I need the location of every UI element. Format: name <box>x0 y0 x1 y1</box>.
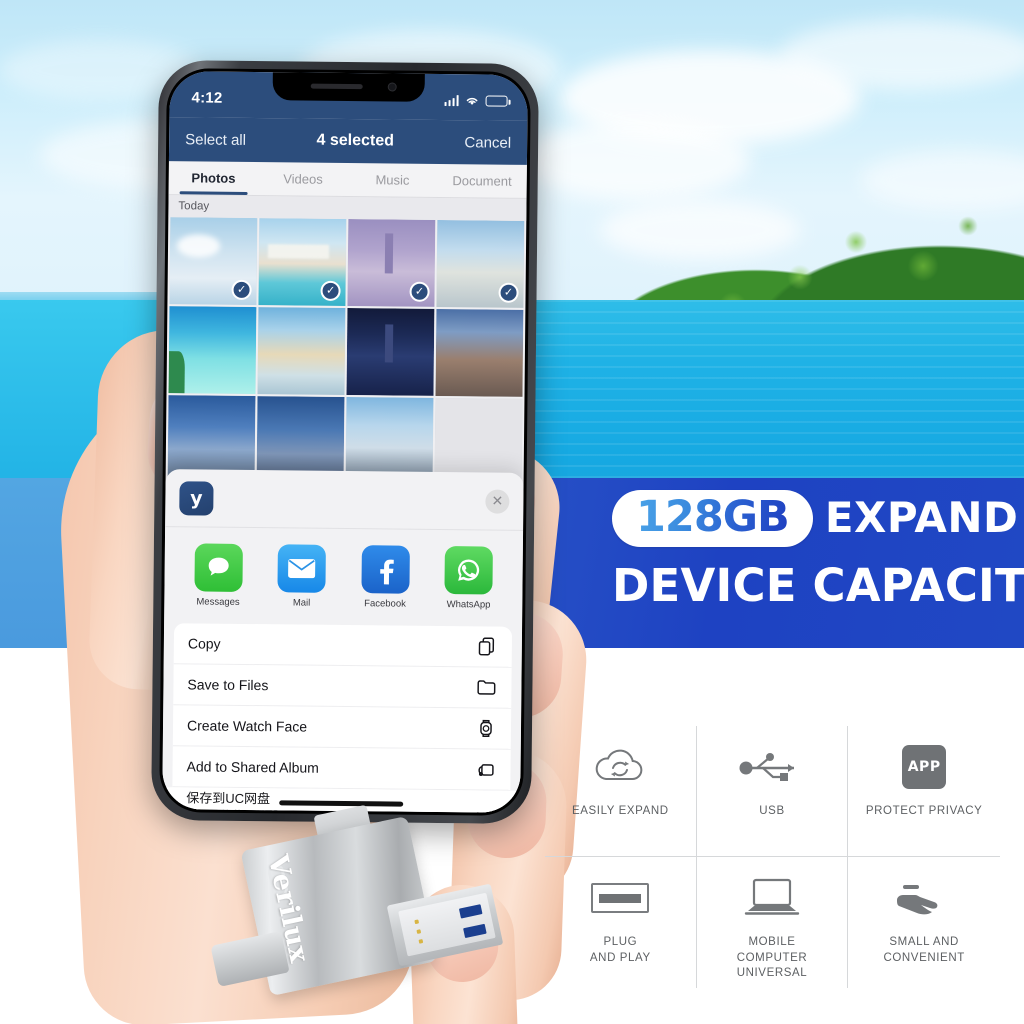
watch-icon <box>480 719 492 738</box>
usb-contact <box>463 923 487 939</box>
photo-thumbnail[interactable]: ✓ <box>436 219 525 308</box>
action-label: Add to Shared Album <box>186 758 319 776</box>
cloud <box>780 20 1024 90</box>
folder-icon <box>477 680 496 695</box>
share-app-label: Mail <box>292 597 311 609</box>
action-label: Save to Files <box>187 676 269 694</box>
action-label: Copy <box>187 635 221 652</box>
status-time: 4:12 <box>191 88 223 107</box>
phone-screen: 4:12 Select all 4 selected Cancel Photos… <box>162 71 528 813</box>
capacity-badge-label: 128GB <box>636 491 790 542</box>
share-app-facebook[interactable]: Facebook <box>354 545 417 610</box>
feature-protect-privacy: APP PROTECT PRIVACY <box>848 726 1000 857</box>
photo-thumbnail[interactable] <box>435 308 524 397</box>
photo-thumbnail[interactable] <box>257 307 346 395</box>
feature-label: USB <box>759 805 785 817</box>
selection-nav-bar: Select all 4 selected Cancel <box>168 117 528 165</box>
hand-holding-icon <box>891 867 957 929</box>
selected-checkmark-icon[interactable]: ✓ <box>498 282 519 303</box>
photo-image <box>168 306 257 395</box>
cancel-button[interactable]: Cancel <box>464 134 511 151</box>
select-all-button[interactable]: Select all <box>185 131 246 149</box>
source-app-icon: y <box>179 480 214 516</box>
close-icon[interactable]: ✕ <box>485 488 510 514</box>
smartphone: 4:12 Select all 4 selected Cancel Photos… <box>151 60 539 824</box>
feature-label: PROTECT PRIVACY <box>865 805 983 817</box>
share-app-whatsapp[interactable]: WhatsApp <box>437 546 500 611</box>
feature-plug-and-play: PLUG AND PLAY <box>545 857 697 988</box>
feature-label: SMALL AND CONVENIENT <box>883 936 965 964</box>
section-header-today: Today <box>168 195 527 221</box>
feature-usb: USB <box>696 726 849 857</box>
usb-gold-contact <box>414 919 420 925</box>
battery-icon <box>485 94 508 107</box>
action-label: Create Watch Face <box>186 717 308 735</box>
usb-flash-drive: Verilux <box>196 804 516 1024</box>
tab-photos[interactable]: Photos <box>169 161 259 195</box>
signal-bars-icon <box>444 94 459 106</box>
app-box-icon: APP <box>902 736 947 798</box>
share-app-messages[interactable]: Messages <box>187 543 250 608</box>
share-app-label: Messages <box>196 596 240 608</box>
shared-album-icon <box>478 764 494 777</box>
selected-checkmark-icon[interactable]: ✓ <box>320 280 341 301</box>
product-marketing-image: 128GB EXPAND DEVICE CAPACITY 4:12 Select… <box>0 0 1024 1024</box>
laptop-icon <box>740 867 804 929</box>
action-copy[interactable]: Copy <box>173 623 513 668</box>
whatsapp-icon <box>444 546 494 595</box>
earpiece-speaker <box>310 83 363 90</box>
share-app-label: WhatsApp <box>446 599 491 611</box>
cloud-sync-icon <box>590 736 650 798</box>
photo-thumbnail[interactable] <box>168 306 257 395</box>
headline-device-capacity: DEVICE CAPACITY <box>612 559 1024 612</box>
feature-label: EASILY EXPAND <box>572 805 669 817</box>
messages-icon <box>194 543 243 592</box>
photo-image <box>346 308 435 396</box>
headline-block: 128GB EXPAND DEVICE CAPACITY <box>612 486 1024 642</box>
feature-grid: EASILY EXPAND USB APP PROTECT PRIVACY PL… <box>545 726 1000 988</box>
photo-thumbnail[interactable]: ✓ <box>347 219 436 307</box>
feature-label: PLUG AND PLAY <box>589 936 651 964</box>
content-type-tabs: Photos Videos Music Document <box>168 161 527 199</box>
copy-icon <box>478 637 495 656</box>
selected-checkmark-icon[interactable]: ✓ <box>409 281 430 302</box>
selected-checkmark-icon[interactable]: ✓ <box>231 279 252 301</box>
tab-videos[interactable]: Videos <box>258 162 348 196</box>
share-sheet: y ✕ Messages Mail Facebook WhatsApp Copy… <box>162 469 524 813</box>
share-sheet-header: y ✕ <box>165 469 524 531</box>
feature-easily-expand: EASILY EXPAND <box>545 726 697 857</box>
headline-expand: EXPAND <box>824 493 1019 542</box>
share-app-mail[interactable]: Mail <box>271 544 334 609</box>
plug-slot-icon <box>591 867 650 929</box>
photo-grid: ✓ ✓ ✓ ✓ <box>166 217 527 486</box>
phone-notch <box>272 72 425 102</box>
share-apps-row: Messages Mail Facebook WhatsApp <box>164 527 523 621</box>
capacity-badge: 128GB <box>612 489 813 547</box>
photo-thumbnail[interactable] <box>346 308 435 396</box>
action-save-to-files[interactable]: Save to Files <box>173 664 512 709</box>
feature-label: MOBILE COMPUTER UNIVERSAL <box>736 936 808 980</box>
tab-music[interactable]: Music <box>348 163 438 197</box>
photo-image <box>257 307 346 395</box>
action-create-watch-face[interactable]: Create Watch Face <box>172 705 512 750</box>
usb-gold-contact <box>416 929 422 934</box>
usb-gold-contact <box>418 939 424 944</box>
tab-document[interactable]: Document <box>437 164 527 198</box>
facebook-icon <box>361 545 410 594</box>
photo-image <box>435 308 524 397</box>
feature-small-and-convenient: SMALL AND CONVENIENT <box>848 857 1000 988</box>
feature-mobile-computer-universal: MOBILE COMPUTER UNIVERSAL <box>697 857 849 988</box>
wifi-icon <box>466 97 478 105</box>
photo-thumbnail[interactable]: ✓ <box>169 217 258 306</box>
share-app-label: Facebook <box>364 598 406 610</box>
selection-count-title: 4 selected <box>316 131 395 150</box>
usb-contact <box>458 904 483 919</box>
share-actions-list: Copy Save to Files Create Watch Face Add… <box>171 623 513 813</box>
usb-icon <box>737 736 807 798</box>
app-box-text: APP <box>902 745 947 789</box>
action-add-to-shared-album[interactable]: Add to Shared Album <box>172 746 511 791</box>
photo-thumbnail[interactable]: ✓ <box>258 218 347 306</box>
front-camera-icon <box>387 82 397 92</box>
mail-icon <box>277 544 327 593</box>
